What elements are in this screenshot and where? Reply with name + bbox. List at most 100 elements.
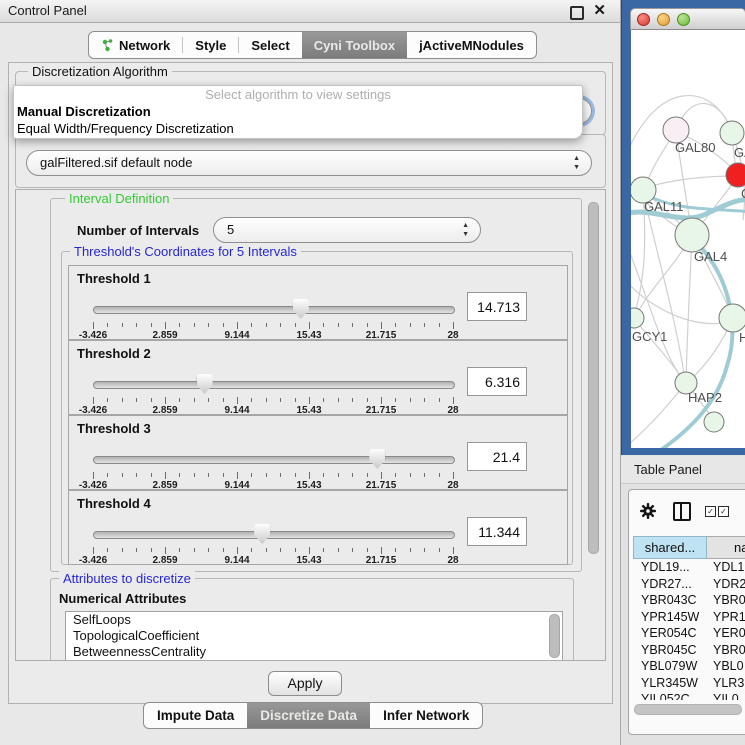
network-canvas[interactable]: GAL80GACGAL11GAL4GCY1HHAP2 bbox=[631, 30, 745, 448]
table-row[interactable]: YER054CYER0 bbox=[633, 625, 745, 642]
table-panel-title: Table Panel bbox=[634, 462, 702, 477]
vertical-scrollbar[interactable] bbox=[588, 202, 599, 554]
tab-network[interactable]: Network bbox=[89, 32, 182, 58]
network-node[interactable] bbox=[675, 218, 709, 252]
threshold-4-slider[interactable]: -3.4262.8599.14415.4321.71528 bbox=[93, 521, 453, 563]
slider-ticks bbox=[93, 397, 453, 404]
network-icon bbox=[101, 39, 114, 52]
tab-style[interactable]: Style bbox=[183, 32, 238, 58]
dropdown-option-manual[interactable]: Manual Discretization bbox=[14, 103, 582, 120]
cell-name: YIL0 bbox=[707, 691, 745, 700]
network-node[interactable] bbox=[631, 308, 644, 328]
tick-label: 9.144 bbox=[224, 555, 249, 566]
number-of-intervals-label: Number of Intervals bbox=[77, 223, 199, 238]
table-row[interactable]: YBR045CYBR0 bbox=[633, 642, 745, 659]
threshold-1-box: Threshold 1 -3.4262.8599.14415.4321.7152… bbox=[68, 265, 568, 340]
table-row[interactable]: YIL052CYIL0 bbox=[633, 691, 745, 700]
tab-label: Discretize Data bbox=[260, 708, 357, 723]
tab-impute-data[interactable]: Impute Data bbox=[144, 703, 247, 728]
list-scrollbar[interactable] bbox=[549, 614, 560, 658]
table-rows: YDL19...YDL1YDR27...YDR2YBR043CYBR0YPR14… bbox=[633, 559, 745, 700]
cell-shared-name: YDL19... bbox=[633, 559, 707, 576]
slider-track[interactable] bbox=[93, 381, 455, 389]
node-label: HAP2 bbox=[688, 390, 722, 405]
list-item[interactable]: TopologicalCoefficient bbox=[66, 628, 562, 644]
numerical-attributes-list[interactable]: SelfLoopsTopologicalCoefficientBetweenne… bbox=[65, 611, 563, 661]
table-row[interactable]: YDR27...YDR2 bbox=[633, 576, 745, 593]
group-label: Attributes to discretize bbox=[59, 571, 195, 586]
threshold-3-slider[interactable]: -3.4262.8599.14415.4321.71528 bbox=[93, 446, 453, 488]
tab-infer-network[interactable]: Infer Network bbox=[370, 703, 482, 728]
table-row[interactable]: YPR145WYPR1 bbox=[633, 609, 745, 626]
select-columns-checkboxes[interactable]: ✓ ✓ bbox=[705, 506, 731, 517]
slider-thumb[interactable] bbox=[197, 374, 213, 394]
network-node[interactable] bbox=[720, 121, 744, 145]
threshold-1-value-field[interactable]: 14.713 bbox=[467, 292, 527, 321]
table-panel-titlebar: Table Panel bbox=[621, 456, 745, 484]
cell-shared-name: YER054C bbox=[633, 625, 707, 642]
table-row[interactable]: YBR043CYBR0 bbox=[633, 592, 745, 609]
number-of-intervals-combobox[interactable]: 5 ▲▼ bbox=[213, 217, 481, 243]
node-label: C bbox=[741, 186, 745, 201]
threshold-1-slider[interactable]: -3.4262.8599.14415.4321.71528 bbox=[93, 296, 453, 338]
dropdown-option-equal-width[interactable]: Equal Width/Frequency Discretization bbox=[14, 120, 582, 137]
control-panel-titlebar: Control Panel ✕ bbox=[0, 0, 620, 23]
table-row[interactable]: YBL079WYBL0 bbox=[633, 658, 745, 675]
tab-cyni-toolbox[interactable]: Cyni Toolbox bbox=[302, 32, 407, 58]
tick-label: 15.43 bbox=[296, 555, 321, 566]
table-row[interactable]: YDL19...YDL1 bbox=[633, 559, 745, 576]
slider-thumb[interactable] bbox=[293, 299, 309, 319]
cell-shared-name: YBL079W bbox=[633, 658, 707, 675]
tab-label: jActiveMNodules bbox=[419, 38, 524, 53]
table-row[interactable]: YLR345WYLR3 bbox=[633, 675, 745, 692]
tab-select[interactable]: Select bbox=[239, 32, 301, 58]
tick-label: 2.859 bbox=[152, 555, 177, 566]
cell-name: YBR0 bbox=[707, 592, 745, 609]
list-item[interactable]: SelfLoops bbox=[66, 612, 562, 628]
slider-thumb[interactable] bbox=[369, 449, 385, 469]
minimize-traffic-light-icon[interactable] bbox=[657, 13, 670, 26]
float-window-icon[interactable] bbox=[570, 6, 584, 20]
tab-jactivemnodules[interactable]: jActiveMNodules bbox=[407, 32, 536, 58]
tick-label: 28 bbox=[447, 555, 458, 566]
network-node[interactable] bbox=[726, 163, 745, 187]
node-label: GCY1 bbox=[632, 329, 667, 344]
network-node[interactable] bbox=[704, 412, 724, 432]
group-label: Discretization Algorithm bbox=[28, 64, 172, 79]
cell-name: YLR3 bbox=[707, 675, 745, 692]
cell-shared-name: YPR145W bbox=[633, 609, 707, 626]
horizontal-scrollbar[interactable] bbox=[634, 704, 742, 715]
slider-thumb[interactable] bbox=[254, 524, 270, 544]
table-data-combobox[interactable]: galFiltered.sif default node ▲▼ bbox=[26, 150, 592, 176]
tab-discretize-data[interactable]: Discretize Data bbox=[247, 703, 370, 728]
slider-track[interactable] bbox=[93, 456, 455, 464]
slider-track[interactable] bbox=[93, 306, 455, 314]
threshold-2-slider[interactable]: -3.4262.8599.14415.4321.71528 bbox=[93, 371, 453, 413]
panel-title: Control Panel bbox=[8, 3, 87, 18]
slider-track[interactable] bbox=[93, 531, 455, 539]
checkbox-icon: ✓ bbox=[718, 506, 729, 517]
tab-label: Cyni Toolbox bbox=[314, 38, 395, 53]
list-item[interactable]: BetweennessCentrality bbox=[66, 644, 562, 660]
threshold-4-value-field[interactable]: 11.344 bbox=[467, 517, 527, 546]
gear-icon[interactable] bbox=[640, 503, 656, 519]
screen: Control Panel ✕ Network Style Select Cyn… bbox=[0, 0, 745, 745]
table-toolbar: ✓ ✓ bbox=[629, 496, 745, 526]
columns-icon[interactable] bbox=[673, 502, 691, 521]
cell-name: YDL1 bbox=[707, 559, 745, 576]
cell-shared-name: YBR045C bbox=[633, 642, 707, 659]
threshold-2-box: Threshold 2 -3.4262.8599.14415.4321.7152… bbox=[68, 340, 568, 415]
network-node[interactable] bbox=[719, 304, 745, 332]
column-header-shared-name[interactable]: shared... bbox=[633, 536, 707, 559]
cell-name: YER0 bbox=[707, 625, 745, 642]
group-label: Interval Definition bbox=[65, 191, 173, 206]
column-header-name[interactable]: na bbox=[707, 536, 745, 559]
apply-button[interactable]: Apply bbox=[268, 671, 342, 696]
close-traffic-light-icon[interactable] bbox=[637, 13, 650, 26]
checkbox-icon: ✓ bbox=[705, 506, 716, 517]
combo-value: galFiltered.sif default node bbox=[40, 151, 192, 175]
threshold-3-value-field[interactable]: 21.4 bbox=[467, 442, 527, 471]
threshold-2-value-field[interactable]: 6.316 bbox=[467, 367, 527, 396]
zoom-traffic-light-icon[interactable] bbox=[677, 13, 690, 26]
close-icon[interactable]: ✕ bbox=[593, 1, 606, 19]
